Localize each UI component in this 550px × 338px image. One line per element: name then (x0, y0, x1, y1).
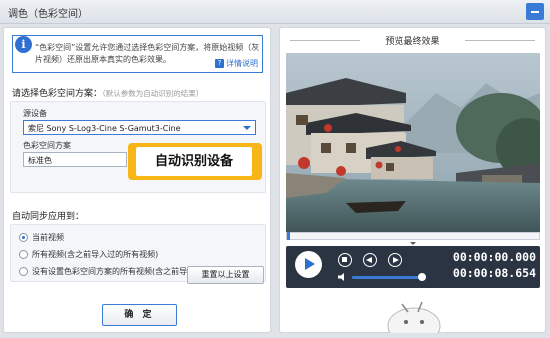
source-device-label: 源设备 (23, 109, 47, 118)
preview-title: 预览最终效果 (280, 34, 545, 47)
minimize-button[interactable] (526, 3, 544, 20)
playback-controls: 00:00:00.000 00:00:08.654 (286, 246, 540, 288)
total-time: 00:00:08.654 (452, 266, 536, 280)
radio-dot (19, 250, 28, 259)
detail-label: 详情说明 (226, 59, 258, 68)
play-button[interactable] (295, 251, 322, 278)
help-icon: ? (215, 59, 224, 68)
reset-button[interactable]: 重置以上设置 (187, 266, 264, 284)
video-frame-image (286, 53, 540, 233)
window-title: 调色（色彩空间） (8, 9, 88, 20)
video-preview[interactable] (286, 53, 540, 233)
chevron-down-icon (243, 126, 251, 130)
timeline-bar[interactable] (286, 232, 540, 240)
sync-title: 自动同步应用到： (12, 212, 85, 222)
title-bar: 调色（色彩空间） (0, 0, 550, 24)
colorspace-scheme-label: 色彩空间方案 (23, 141, 71, 150)
colorspace-title: 请选择色彩空间方案： (12, 89, 103, 99)
ok-button[interactable]: 确 定 (102, 304, 177, 326)
volume-knob[interactable] (418, 273, 427, 281)
mascot-illustration (387, 301, 441, 333)
info-box: i “色彩空间”设置允许您通过选择色彩空间方案，将原始视频（灰片视频）还原出原本… (12, 35, 263, 73)
timeline-thumb[interactable] (287, 232, 290, 240)
radio-current-video[interactable]: 当前视频 (19, 232, 64, 243)
collapse-icon[interactable] (410, 242, 416, 245)
volume-icon[interactable] (338, 273, 348, 281)
callout-label: 自动识别设备 (128, 143, 262, 180)
source-device-select[interactable]: 索尼 Sony S-Log3-Cine S-Gamut3-Cine (23, 120, 256, 135)
radio-label: 当前视频 (32, 233, 64, 242)
radio-label: 所有视频(含之前导入过的所有视频) (32, 250, 159, 259)
callout-text: 自动识别设备 (136, 147, 252, 176)
colorspace-scheme-value: 标准色 (28, 156, 52, 165)
volume-fill (352, 276, 423, 279)
source-device-value: 索尼 Sony S-Log3-Cine S-Gamut3-Cine (28, 124, 181, 133)
info-icon: i (15, 36, 32, 53)
previous-frame-button[interactable] (363, 253, 377, 267)
preview-panel: 预览最终效果 00:00:00.000 00:00:08.654 (279, 27, 546, 333)
colorspace-section-title: 请选择色彩空间方案：（默认参数为自动识别的结果） (12, 86, 203, 99)
current-time: 00:00:00.000 (452, 250, 536, 264)
detail-link[interactable]: ? 详情说明 (215, 58, 258, 69)
next-frame-button[interactable] (388, 253, 402, 267)
settings-panel: i “色彩空间”设置允许您通过选择色彩空间方案，将原始视频（灰片视频）还原出原本… (3, 27, 271, 333)
colorspace-hint: （默认参数为自动识别的结果） (102, 89, 204, 98)
radio-all-videos[interactable]: 所有视频(含之前导入过的所有视频) (19, 249, 158, 260)
volume-slider[interactable] (352, 273, 427, 281)
radio-dot (19, 233, 28, 242)
stop-button[interactable] (338, 253, 352, 267)
radio-dot (19, 267, 28, 276)
colorspace-scheme-select[interactable]: 标准色 (23, 152, 127, 167)
